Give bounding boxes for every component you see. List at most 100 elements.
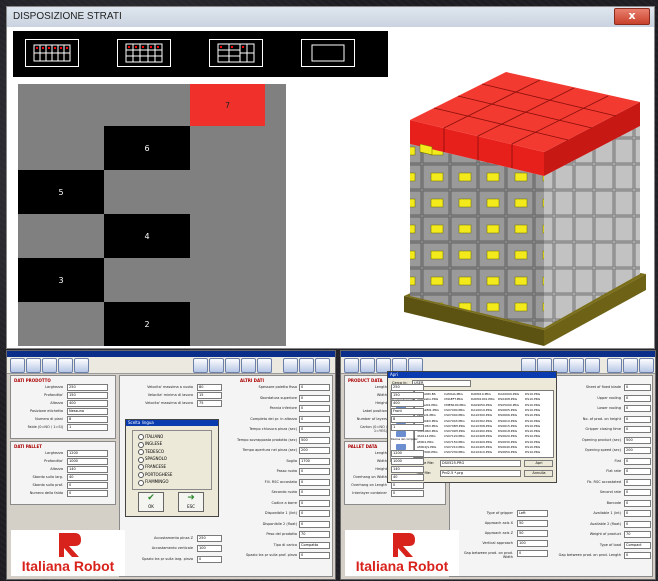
field-input[interactable]: 0 [624,499,651,507]
radio-button[interactable] [138,441,144,448]
search-icon[interactable] [58,358,73,373]
tools-icon[interactable] [74,358,89,373]
file-item[interactable]: DS0620.PRG [498,434,517,438]
field-input[interactable]: 250 [197,535,222,542]
field-input[interactable]: 0 [299,405,330,412]
file-item[interactable]: DS0408.PRG [498,397,517,401]
field-input[interactable]: 0 [299,489,330,496]
field-input[interactable]: 0 [624,520,651,528]
globe-icon[interactable] [225,358,240,373]
chart-icon[interactable] [241,358,256,373]
new-icon[interactable] [344,358,359,373]
radio-button[interactable] [138,472,144,478]
file-item[interactable]: DS10.PRG [525,440,540,444]
field-input[interactable]: 140 [67,466,108,473]
file-item[interactable]: DAM01001.PRG [471,397,495,401]
print-icon[interactable] [299,358,314,373]
export-icon[interactable] [585,358,600,373]
field-input[interactable]: 400 [391,400,424,407]
exit-button[interactable]: ➜ ESC [178,492,204,512]
file-item[interactable]: DS05000.PRG [498,403,519,407]
file-item[interactable]: DS10.PRG [525,450,540,454]
field-input[interactable]: 0 [391,482,424,489]
field-input[interactable]: 1 [67,424,108,431]
file-item[interactable]: DA09050.PRG [471,403,492,407]
chart-icon[interactable] [569,358,584,373]
file-item[interactable]: CS07210.PRG [444,445,465,449]
file-item[interactable]: DS10.PRG [525,429,540,433]
field-input[interactable]: 1000 [67,458,108,465]
file-item[interactable]: CS0709H.PRG [444,429,465,433]
cancel-button[interactable]: Annulla [524,470,553,477]
field-input[interactable]: 100 [517,540,548,547]
pattern-thumbnail-2[interactable] [117,39,171,67]
file-item[interactable]: DS0610.PRG [498,419,517,423]
field-input[interactable]: 0 [67,482,108,489]
field-input[interactable]: 0 [624,384,651,391]
field-input[interactable]: 0 [299,415,330,423]
file-item[interactable]: CMAEFT.PRG [444,397,463,401]
radio-button[interactable] [138,479,144,486]
field-input[interactable]: 0 [624,510,651,517]
file-item[interactable]: DS10.PRG [525,424,540,428]
field-input[interactable]: Front [391,408,424,415]
field-input[interactable]: 8 [391,416,424,423]
field-input[interactable]: 0 [624,405,651,412]
file-item[interactable]: CMEN100.PRG [444,403,466,407]
field-input[interactable]: 500 [299,436,330,444]
field-input[interactable]: Compact [624,541,651,549]
field-input[interactable]: 0 [299,520,330,528]
open-folder-icon[interactable] [360,358,375,373]
filetype-select[interactable]: Prd2.5 *.prg [440,470,521,477]
file-item[interactable]: CS07040.PRG [444,413,465,417]
field-input[interactable]: 1200 [391,450,424,457]
file-item[interactable]: AMI01.PRG [417,440,434,444]
field-input[interactable]: 0 [624,394,651,402]
field-input[interactable]: 8 [67,416,108,423]
field-input[interactable]: 0 [624,489,651,496]
close-button[interactable]: x [614,8,650,25]
info-icon[interactable] [607,358,622,373]
field-input[interactable]: 0 [624,552,651,559]
field-input[interactable]: 50 [517,520,548,527]
file-item[interactable]: DS10.PRG [525,445,540,449]
field-input[interactable]: 0 [299,499,330,507]
field-input[interactable]: 70 [624,531,651,538]
field-input[interactable]: 250 [67,384,108,391]
export-icon[interactable] [257,358,272,373]
pattern-thumbnail-1[interactable] [25,39,79,67]
print-icon[interactable] [623,358,638,373]
radio-button[interactable] [138,456,144,463]
field-input[interactable]: 0 [517,550,548,557]
file-item[interactable]: CS07043.PRG [444,419,465,423]
layer-cell-6[interactable]: 6 [104,126,190,170]
file-item[interactable]: DA10302.PRG [471,419,492,423]
pattern-thumbnail-3[interactable] [209,39,263,67]
file-item[interactable]: 4S0114.PRG [417,434,436,438]
field-input[interactable]: 75 [197,400,222,407]
field-input[interactable]: 200 [299,447,330,454]
radio-button[interactable] [138,434,144,440]
field-input[interactable]: 0 [391,490,424,497]
file-item[interactable]: DS10.PRG [525,413,540,417]
field-input[interactable]: 200 [624,447,651,454]
field-input[interactable]: 0 [624,457,651,465]
file-item[interactable]: DA10409.PRG [471,440,492,444]
field-input[interactable]: 40 [67,474,108,481]
layer-cell-3[interactable]: 3 [18,258,104,302]
filename-input[interactable]: DS0525.PRG [440,460,521,467]
field-input[interactable]: 1200 [67,450,108,457]
new-icon[interactable] [10,358,25,373]
field-input[interactable]: 0 [299,468,330,475]
field-input[interactable]: 0 [299,384,330,391]
field-input[interactable]: Nessuna [67,408,108,415]
field-input[interactable]: 150 [67,392,108,399]
open-folder-icon[interactable] [26,358,41,373]
file-item[interactable]: DA10019.PRG [471,408,492,412]
file-item[interactable]: AMI01JS.PRG [417,445,436,449]
file-item[interactable]: DS0606.PRG [498,413,517,417]
file-item[interactable]: DA10410.PRG [471,450,492,454]
file-item[interactable]: DS0630.PRG [498,440,517,444]
field-input[interactable]: 1000 [391,458,424,465]
file-item[interactable]: DA10408.PRG [471,434,492,438]
